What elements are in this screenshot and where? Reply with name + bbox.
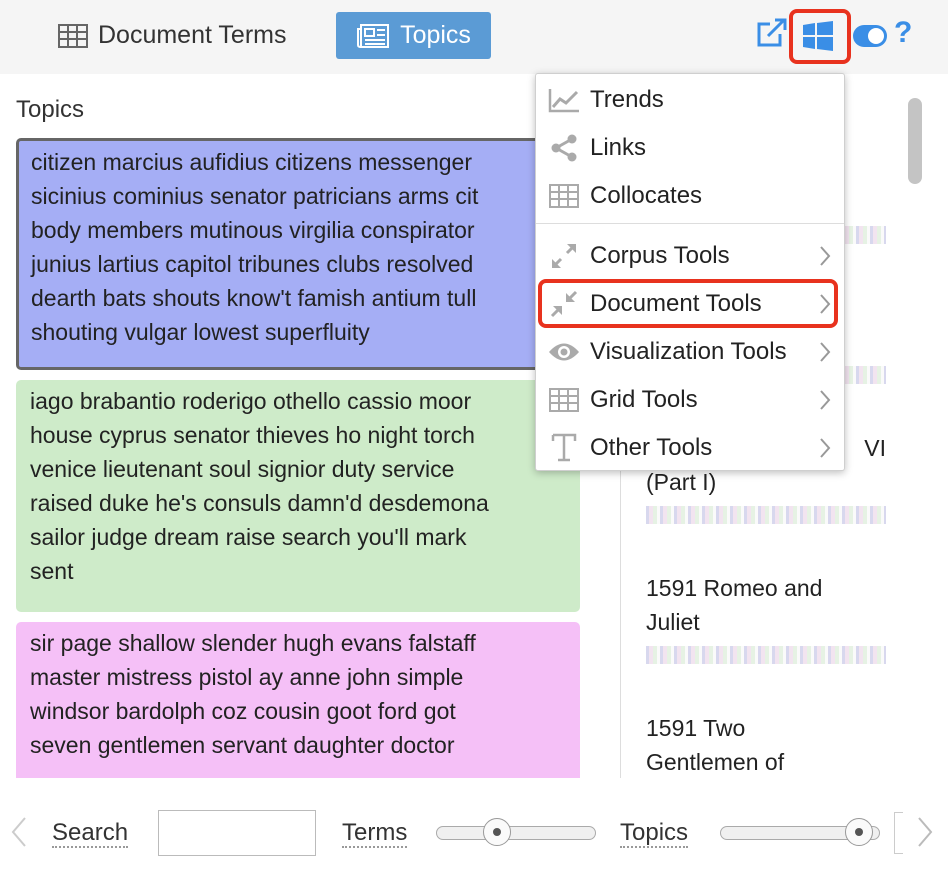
eye-icon (548, 341, 580, 363)
menu-item-label: Corpus Tools (590, 242, 730, 269)
chevron-right-icon (818, 244, 832, 275)
topic-card[interactable]: iago brabantio roderigo othello cassio m… (16, 380, 580, 612)
topic-line: junius lartius capitol tribunes clubs re… (31, 251, 474, 277)
topic-line: master mistress pistol ay anne john simp… (30, 664, 464, 690)
scrollbar[interactable] (904, 88, 930, 778)
topic-line: raised duke he's consuls damn'd desdemon… (30, 490, 489, 516)
doc-title[interactable]: 1591 Two (646, 711, 886, 745)
menu-item-label: Links (590, 134, 647, 161)
menu-item-label: Collocates (590, 182, 703, 209)
topic-line: venice lieutenant soul signior duty serv… (30, 456, 455, 482)
export-icon[interactable] (756, 18, 788, 53)
menu-item-other-tools[interactable]: Other Tools (536, 424, 844, 472)
table-icon (58, 23, 88, 48)
menu-item-links[interactable]: Links (536, 124, 844, 172)
search-label: Search (52, 819, 129, 848)
terms-label: Terms (342, 819, 408, 848)
panel-edge (894, 812, 903, 854)
menu-item-visualization-tools[interactable]: Visualization Tools (536, 328, 844, 376)
tools-menu: Trends Links Collocates Corpus Tools Doc… (535, 73, 845, 471)
topic-line: seven gentlemen servant daughter doctor (30, 732, 455, 758)
topic-line: sicinius cominius senator patricians arm… (31, 183, 479, 209)
help-icon[interactable]: ? (894, 16, 912, 50)
bottom-toolbar: Search Terms Topics (0, 790, 948, 870)
chevron-right-icon (818, 436, 832, 467)
panel-title: Topics (16, 96, 85, 123)
share-icon (548, 134, 580, 162)
topic-card[interactable]: citizen marcius aufidius citizens messen… (16, 138, 580, 370)
tab-topics-label: Topics (400, 21, 471, 49)
topic-line: citizen marcius aufidius citizens messen… (31, 149, 473, 175)
topics-panel: Topics citizen marcius aufidius citizens… (0, 88, 592, 778)
chevron-right-icon[interactable] (916, 816, 934, 853)
scroll-thumb[interactable] (908, 98, 922, 184)
doc-topic-bar (646, 646, 886, 664)
doc-title[interactable]: Gentlemen of (646, 745, 886, 778)
topic-card[interactable]: sir page shallow slender hugh evans fals… (16, 622, 580, 778)
menu-item-trends[interactable]: Trends (536, 76, 844, 124)
tab-topics[interactable]: Topics (336, 12, 491, 59)
newspaper-icon (356, 23, 390, 49)
topics-slider-knob[interactable] (845, 818, 873, 846)
menu-item-label: Grid Tools (590, 386, 698, 413)
menu-item-label: Other Tools (590, 434, 713, 461)
menu-item-collocates[interactable]: Collocates (536, 172, 844, 220)
tab-document-terms-label: Document Terms (98, 21, 287, 49)
windows-button-highlight (789, 9, 851, 64)
menu-divider (536, 223, 844, 224)
doc-title[interactable]: Juliet (646, 605, 886, 639)
topic-line: sent (30, 558, 74, 584)
menu-item-label: Trends (590, 86, 664, 113)
menu-item-corpus-tools[interactable]: Corpus Tools (536, 232, 844, 280)
table-icon (548, 184, 580, 208)
terms-slider-knob[interactable] (483, 818, 511, 846)
topic-line: iago brabantio roderigo othello cassio m… (30, 388, 472, 414)
topic-line: windsor bardolph coz cousin goot ford go… (30, 698, 456, 724)
top-toolbar: Document Terms Topics ? (0, 0, 948, 74)
topic-line: sir page shallow slender hugh evans fals… (30, 630, 476, 656)
chevron-right-icon (818, 340, 832, 371)
doc-title[interactable]: 1591 Romeo and (646, 571, 886, 605)
chevron-left-icon[interactable] (10, 816, 28, 853)
topic-line: body members mutinous virgilia conspirat… (31, 217, 475, 243)
toggle-icon[interactable] (852, 24, 888, 53)
text-tool-icon (548, 433, 580, 463)
expand-icon (548, 242, 580, 270)
chevron-right-icon (818, 388, 832, 419)
grid-icon (548, 388, 580, 412)
topics-slider[interactable] (720, 818, 880, 846)
topics-label: Topics (620, 819, 689, 848)
topic-line: shouting vulgar lowest superfluity (31, 319, 370, 345)
doc-topic-bar (646, 506, 886, 524)
search-input[interactable] (158, 810, 316, 856)
topic-line: sailor judge dream raise search you'll m… (30, 524, 467, 550)
trends-icon (548, 87, 580, 113)
terms-slider[interactable] (436, 818, 596, 846)
topic-line: dearth bats shouts know't famish antium … (31, 285, 477, 311)
menu-item-grid-tools[interactable]: Grid Tools (536, 376, 844, 424)
document-tools-highlight (538, 279, 838, 328)
menu-item-label: Visualization Tools (590, 338, 787, 365)
topic-line: house cyprus senator thieves ho night to… (30, 422, 475, 448)
tab-document-terms[interactable]: Document Terms (52, 12, 293, 59)
